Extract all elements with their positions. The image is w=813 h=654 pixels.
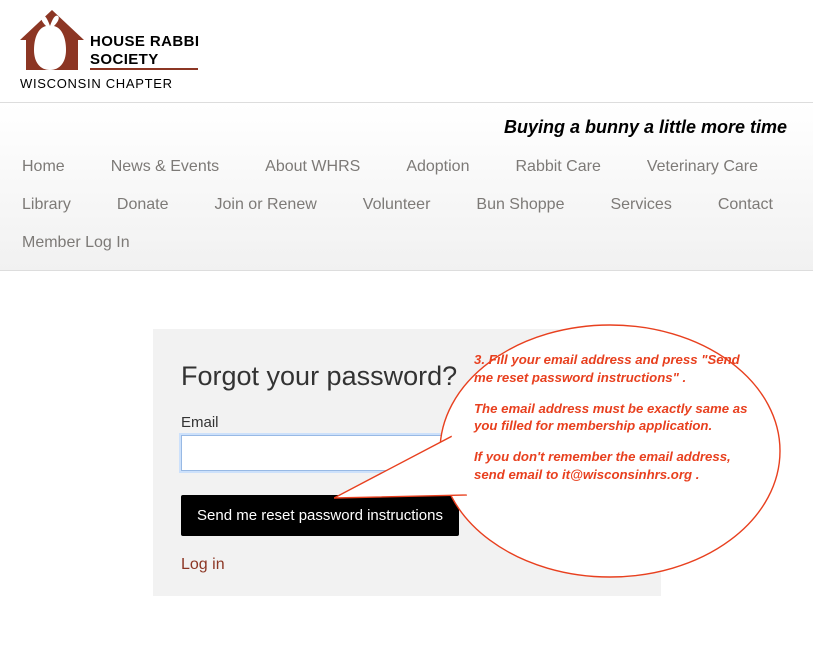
nav-contact[interactable]: Contact	[712, 188, 779, 222]
nav-join-renew[interactable]: Join or Renew	[209, 188, 323, 222]
email-input[interactable]	[181, 435, 471, 471]
nav-adoption[interactable]: Adoption	[400, 150, 475, 184]
nav-veterinary-care[interactable]: Veterinary Care	[641, 150, 764, 184]
nav-library[interactable]: Library	[16, 188, 77, 222]
login-link[interactable]: Log in	[181, 556, 225, 573]
logo-text-line1: HOUSE RABBIT	[90, 33, 199, 50]
main-content: Forgot your password? Email Send me rese…	[0, 271, 813, 626]
header: HOUSE RABBIT SOCIETY WISCONSIN CHAPTER	[0, 0, 813, 102]
house-rabbit-society-logo-icon: HOUSE RABBIT SOCIETY WISCONSIN CHAPTER	[14, 8, 199, 94]
nav-region: Buying a bunny a little more time Home N…	[0, 102, 813, 271]
send-reset-instructions-button[interactable]: Send me reset password instructions	[181, 495, 459, 536]
email-label: Email	[181, 414, 633, 431]
nav-member-login[interactable]: Member Log In	[16, 226, 136, 260]
panel-title: Forgot your password?	[181, 361, 633, 392]
nav-about-whrs[interactable]: About WHRS	[259, 150, 366, 184]
nav-donate[interactable]: Donate	[111, 188, 175, 222]
logo[interactable]: HOUSE RABBIT SOCIETY WISCONSIN CHAPTER	[14, 8, 801, 94]
nav-services[interactable]: Services	[604, 188, 677, 222]
nav-home[interactable]: Home	[16, 150, 71, 184]
nav-volunteer[interactable]: Volunteer	[357, 188, 437, 222]
nav-rabbit-care[interactable]: Rabbit Care	[509, 150, 606, 184]
tagline: Buying a bunny a little more time	[10, 103, 803, 146]
nav-bun-shoppe[interactable]: Bun Shoppe	[470, 188, 570, 222]
forgot-password-panel: Forgot your password? Email Send me rese…	[153, 329, 661, 596]
main-nav: Home News & Events About WHRS Adoption R…	[10, 146, 803, 270]
logo-text-line2: SOCIETY	[90, 51, 159, 68]
logo-chapter: WISCONSIN CHAPTER	[20, 76, 173, 91]
nav-news-events[interactable]: News & Events	[105, 150, 225, 184]
